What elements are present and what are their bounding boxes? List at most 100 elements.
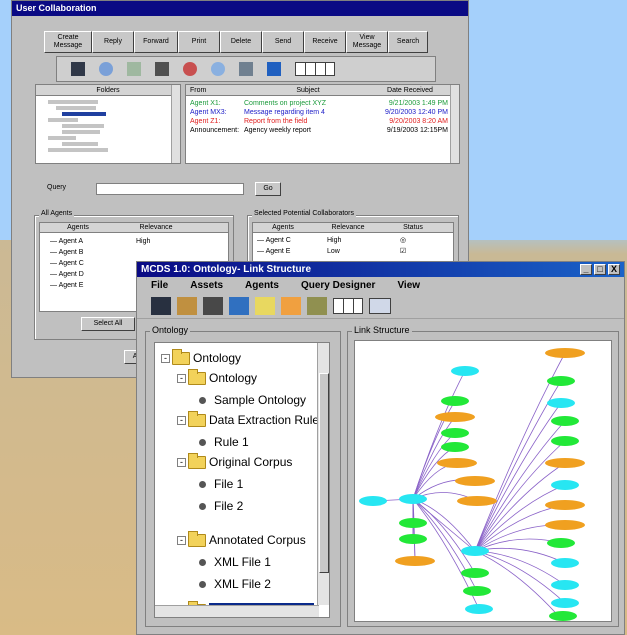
minimize-button[interactable]: _ (580, 264, 592, 275)
grid-icon[interactable] (281, 296, 301, 315)
graph-node[interactable] (551, 480, 579, 490)
receive-button[interactable]: Receive (304, 31, 346, 53)
create-message-button[interactable]: Create Message (44, 31, 92, 53)
graph-node[interactable] (551, 598, 579, 608)
menu-view[interactable]: View (397, 280, 420, 291)
folders-scrollbar[interactable] (171, 85, 180, 163)
ontology-tree[interactable]: - Ontology - Ontology Sample Ontology - Data E… (154, 342, 330, 618)
send-button[interactable]: Send (262, 31, 304, 53)
go-button[interactable]: Go (255, 182, 281, 196)
graph-node[interactable] (399, 534, 427, 544)
close-button[interactable]: X (608, 264, 620, 275)
clipboard-icon[interactable] (127, 62, 141, 76)
paste-icon[interactable] (369, 297, 391, 314)
agent-row[interactable]: — Agent B (40, 247, 228, 258)
message-row[interactable]: Agent X1: Comments on project XYZ 9/21/200… (186, 99, 459, 108)
cut-copy-paste-icon[interactable] (295, 62, 335, 76)
query-input[interactable] (96, 183, 244, 195)
graph-node[interactable] (547, 538, 575, 548)
agent-row[interactable]: — Agent A High (40, 236, 228, 247)
graph-node[interactable] (359, 496, 387, 506)
menu-file[interactable]: File (151, 280, 168, 291)
tree-node[interactable]: File 1 (199, 477, 243, 491)
table-icon[interactable] (307, 296, 327, 315)
mail-receive-icon[interactable] (211, 62, 225, 76)
tree-node[interactable]: Sample Ontology (199, 393, 306, 407)
graph-node[interactable] (457, 496, 497, 506)
tree-node[interactable]: Rule 1 (199, 435, 249, 449)
collapse-icon[interactable]: - (177, 535, 186, 545)
printer-icon[interactable] (203, 296, 223, 315)
tree-node[interactable]: File 2 (199, 499, 243, 513)
printer-icon[interactable] (155, 62, 169, 76)
print-button[interactable]: Print (178, 31, 220, 53)
book-icon[interactable] (151, 296, 171, 315)
tree-node[interactable]: XML File 1 (199, 555, 271, 569)
graph-node[interactable] (395, 556, 435, 566)
graph-node[interactable] (551, 580, 579, 590)
collapse-icon[interactable]: - (177, 457, 186, 467)
graph-node[interactable] (545, 500, 585, 510)
message-row[interactable]: Agent Z1: Report from the field 9/20/2003 … (186, 117, 459, 126)
network-icon[interactable] (255, 296, 275, 315)
message-scrollbar[interactable] (450, 85, 459, 163)
graph-node[interactable] (399, 518, 427, 528)
graph-node[interactable] (451, 366, 479, 376)
tree-node[interactable]: - Ontology (161, 348, 241, 365)
book-icon[interactable] (71, 62, 85, 76)
link-structure-graph[interactable] (354, 340, 612, 622)
graph-node[interactable] (547, 376, 575, 386)
tree-node[interactable]: - Data Extraction Rules (177, 410, 325, 427)
collaborator-row[interactable]: — Agent E Low ☑ (253, 246, 453, 257)
col-subject[interactable]: Subject (244, 85, 372, 95)
graph-node[interactable] (547, 398, 575, 408)
cut-copy-icon[interactable] (333, 297, 363, 314)
menu-assets[interactable]: Assets (190, 280, 223, 291)
maximize-button[interactable]: □ (594, 264, 606, 275)
menu-agents[interactable]: Agents (245, 280, 279, 291)
graph-node[interactable] (551, 436, 579, 446)
graph-node[interactable] (551, 416, 579, 426)
search-button[interactable]: Search (388, 31, 428, 53)
tree-node[interactable]: - Original Corpus (177, 452, 292, 469)
col-date[interactable]: Date Received (372, 85, 452, 95)
mail-globe-icon[interactable] (99, 62, 113, 76)
col-from[interactable]: From (186, 85, 244, 95)
menu-query-designer[interactable]: Query Designer (301, 280, 375, 291)
document-icon[interactable] (239, 62, 253, 76)
graph-node[interactable] (549, 611, 577, 621)
graph-node[interactable] (545, 458, 585, 468)
graph-node[interactable] (463, 586, 491, 596)
folders-pane[interactable]: Folders (35, 84, 181, 164)
folder-tree[interactable] (36, 96, 180, 152)
search-icon[interactable] (229, 296, 249, 315)
graph-node[interactable] (461, 546, 489, 556)
message-list[interactable]: From Subject Date Received Agent X1: Comm… (185, 84, 460, 164)
col-relevance[interactable]: Relevance (313, 223, 383, 232)
graph-node[interactable] (441, 442, 469, 452)
message-row[interactable]: Agent MX3: Message regarding item 4 9/20/2… (186, 108, 459, 117)
tree-node[interactable]: XML File 2 (199, 577, 271, 591)
col-agents[interactable]: Agents (253, 223, 313, 232)
graph-node[interactable] (545, 520, 585, 530)
tree-node[interactable]: - Annotated Corpus (177, 530, 306, 547)
tree-vertical-scrollbar[interactable] (317, 343, 329, 605)
message-row[interactable]: Announcement: Agency weekly report 9/19/20… (186, 126, 459, 135)
graph-node[interactable] (461, 568, 489, 578)
delete-button[interactable]: Delete (220, 31, 262, 53)
graph-node[interactable] (465, 604, 493, 614)
forward-button[interactable]: Forward (134, 31, 178, 53)
reply-button[interactable]: Reply (92, 31, 134, 53)
select-all-button[interactable]: Select All (81, 317, 135, 331)
graph-node[interactable] (437, 458, 477, 468)
col-status[interactable]: Status (383, 223, 443, 232)
link-graph-canvas[interactable] (355, 341, 611, 622)
mail-send-icon[interactable] (183, 62, 197, 76)
collapse-icon[interactable]: - (161, 353, 170, 363)
graph-node[interactable] (455, 476, 495, 486)
graph-node[interactable] (545, 348, 585, 358)
col-relevance[interactable]: Relevance (116, 223, 196, 232)
graph-node[interactable] (551, 558, 579, 568)
view-message-button[interactable]: View Message (346, 31, 388, 53)
graph-node[interactable] (441, 428, 469, 438)
